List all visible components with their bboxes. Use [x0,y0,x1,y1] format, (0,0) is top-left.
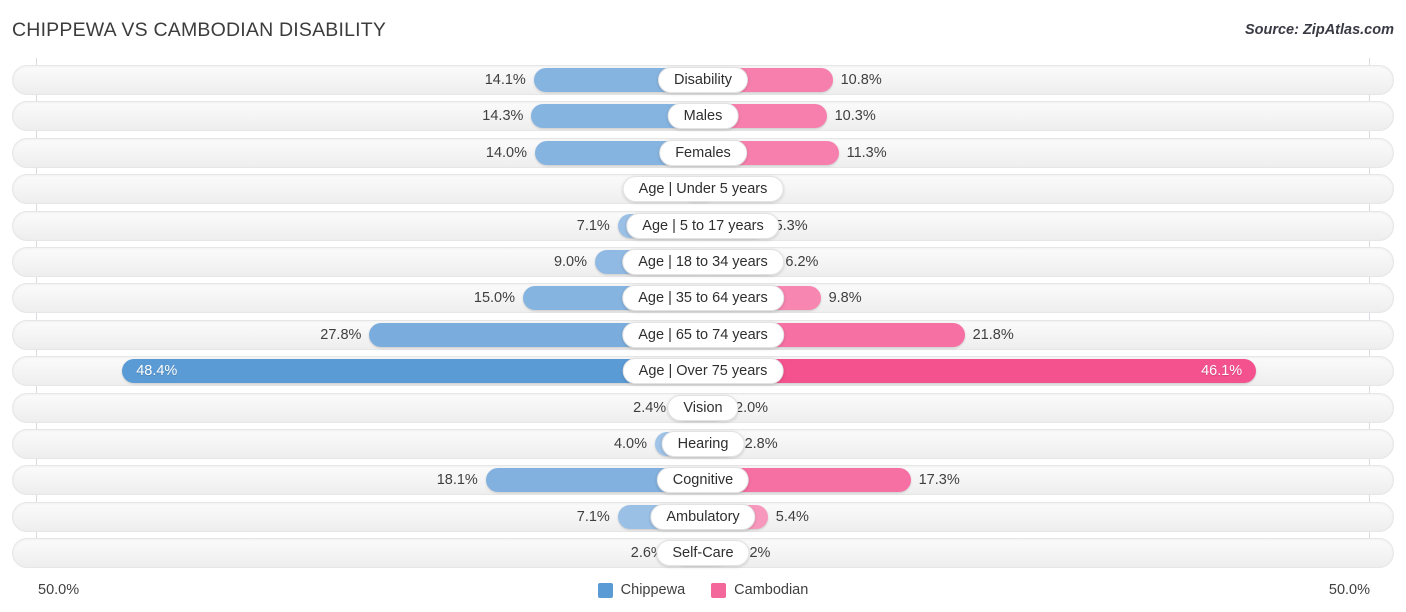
page-title: CHIPPEWA VS CAMBODIAN DISABILITY [12,19,387,41]
bar-group-chippewa: 18.1% [36,468,703,493]
bar-value-cambodian: 17.3% [918,472,960,489]
table-row[interactable]: 4.0% 2.8% Hearing [12,429,1394,459]
bar-group-chippewa: 14.0% [36,140,703,165]
row-category-label[interactable]: Cognitive [656,467,750,494]
row-category-label[interactable]: Vision [667,394,739,421]
bar-group-chippewa: 1.9% [36,177,703,202]
bar-group-chippewa: 9.0% [36,250,703,274]
bar-group-cambodian: 2.2% [703,541,1370,566]
table-row[interactable]: 14.3% 10.3% Males [12,101,1394,132]
table-row[interactable]: 15.0% 9.8% Age | 35 to 64 years [12,283,1394,314]
source-attribution: Source: ZipAtlas.com [1244,22,1394,38]
row-category-label[interactable]: Females [659,139,747,166]
bar-cambodian[interactable]: 46.1% [703,359,1257,384]
table-row[interactable]: 9.0% 6.2% Age | 18 to 34 years [12,247,1394,277]
chart-page: CHIPPEWA VS CAMBODIAN DISABILITY Source:… [0,0,1406,612]
bar-group-chippewa: 27.8% [36,322,703,347]
table-row[interactable]: 48.4% 46.1% Age | Over 75 years [12,356,1394,387]
table-row[interactable]: 7.1% 5.4% Ambulatory [12,501,1394,532]
bar-value-cambodian: 10.8% [840,72,882,88]
bar-group-chippewa: 7.1% [36,213,703,238]
legend-label: Cambodian [734,582,809,598]
row-category-label[interactable]: Hearing [661,431,745,457]
legend-swatch-icon [597,582,613,598]
bar-value-cambodian: 6.2% [785,254,819,270]
bar-chippewa[interactable]: 48.4% [122,359,703,384]
bar-group-chippewa: 7.1% [36,504,703,529]
bar-value-chippewa: 4.0% [613,436,647,452]
bar-value-cambodian: 10.3% [834,108,876,125]
bar-value-cambodian: 9.8% [828,290,862,307]
bar-group-chippewa: 14.1% [36,68,703,92]
bar-value-chippewa: 14.0% [485,144,527,161]
chart-footer: 50.0% 50.0% Chippewa Cambodian [0,574,1406,612]
bar-value-chippewa: 14.1% [484,72,526,88]
bar-value-cambodian: 46.1% [1201,363,1243,380]
bar-value-chippewa: 9.0% [553,254,587,270]
bar-group-chippewa: 14.3% [36,104,703,129]
table-row[interactable]: 27.8% 21.8% Age | 65 to 74 years [12,319,1394,350]
legend-label: Chippewa [620,582,686,598]
table-row[interactable]: 18.1% 17.3% Cognitive [12,465,1394,496]
bar-value-chippewa: 15.0% [473,290,515,307]
chart-legend: Chippewa Cambodian [0,582,1406,598]
bar-group-cambodian: 11.3% [703,140,1370,165]
bar-value-chippewa: 7.1% [576,217,610,234]
legend-item[interactable]: Chippewa [597,582,686,598]
bar-group-cambodian: 5.3% [703,213,1370,238]
legend-swatch-icon [711,582,727,598]
table-row[interactable]: 2.4% 2.0% Vision [12,392,1394,423]
table-row[interactable]: 14.1% 10.8% Disability [12,65,1394,95]
row-category-label[interactable]: Disability [657,67,749,93]
table-row[interactable]: 7.1% 5.3% Age | 5 to 17 years [12,210,1394,241]
bar-value-chippewa: 48.4% [136,363,178,380]
bar-group-cambodian: 2.0% [703,395,1370,420]
legend-item[interactable]: Cambodian [711,582,808,598]
bar-group-chippewa: 2.4% [36,395,703,420]
bar-group-cambodian: 1.2% [703,177,1370,202]
bar-group-cambodian: 17.3% [703,468,1370,493]
bar-group-cambodian: 2.8% [703,432,1370,456]
bar-group-cambodian: 10.8% [703,68,1370,92]
bar-value-cambodian: 5.3% [774,217,808,234]
bar-value-cambodian: 11.3% [846,144,887,161]
bar-value-cambodian: 5.4% [775,508,809,525]
bar-value-cambodian: 2.8% [744,436,778,452]
row-category-label[interactable]: Age | 5 to 17 years [626,212,780,239]
bar-value-chippewa: 14.3% [482,108,524,125]
row-category-label[interactable]: Self-Care [656,540,750,567]
row-category-label[interactable]: Age | Under 5 years [622,176,784,203]
row-category-label[interactable]: Age | 18 to 34 years [622,249,784,275]
table-row[interactable]: 1.9%1.2%Age | Under 5 years [12,174,1394,205]
bar-value-chippewa: 2.4% [633,399,667,416]
bar-group-chippewa: 2.6% [36,541,703,566]
bar-group-cambodian: 5.4% [703,504,1370,529]
bar-value-cambodian: 21.8% [972,326,1014,343]
bar-group-cambodian: 10.3% [703,104,1370,129]
chart-header: CHIPPEWA VS CAMBODIAN DISABILITY Source:… [0,0,1406,58]
row-category-label[interactable]: Age | Over 75 years [622,358,784,385]
bar-value-chippewa: 7.1% [576,508,610,525]
bar-value-cambodian: 2.0% [735,399,769,416]
row-category-label[interactable]: Males [667,103,739,130]
table-row[interactable]: 14.0% 11.3% Females [12,137,1394,168]
row-category-label[interactable]: Age | 35 to 64 years [622,285,784,312]
table-row[interactable]: 2.6% 2.2% Self-Care [12,538,1394,569]
row-category-label[interactable]: Ambulatory [650,503,756,530]
bar-group-cambodian: 46.1% [703,359,1370,384]
row-category-label[interactable]: Age | 65 to 74 years [622,321,784,348]
bar-group-chippewa: 15.0% [36,286,703,311]
bar-value-chippewa: 18.1% [436,472,478,489]
bar-group-chippewa: 4.0% [36,432,703,456]
bar-group-chippewa: 48.4% [36,359,703,384]
bar-group-cambodian: 9.8% [703,286,1370,311]
bar-value-chippewa: 27.8% [320,326,362,343]
diverging-bar-chart: 14.1% 10.8% Disability 14.3% 10.3% Males 14.0%… [0,58,1406,574]
bar-group-cambodian: 21.8% [703,322,1370,347]
bar-group-cambodian: 6.2% [703,250,1370,274]
